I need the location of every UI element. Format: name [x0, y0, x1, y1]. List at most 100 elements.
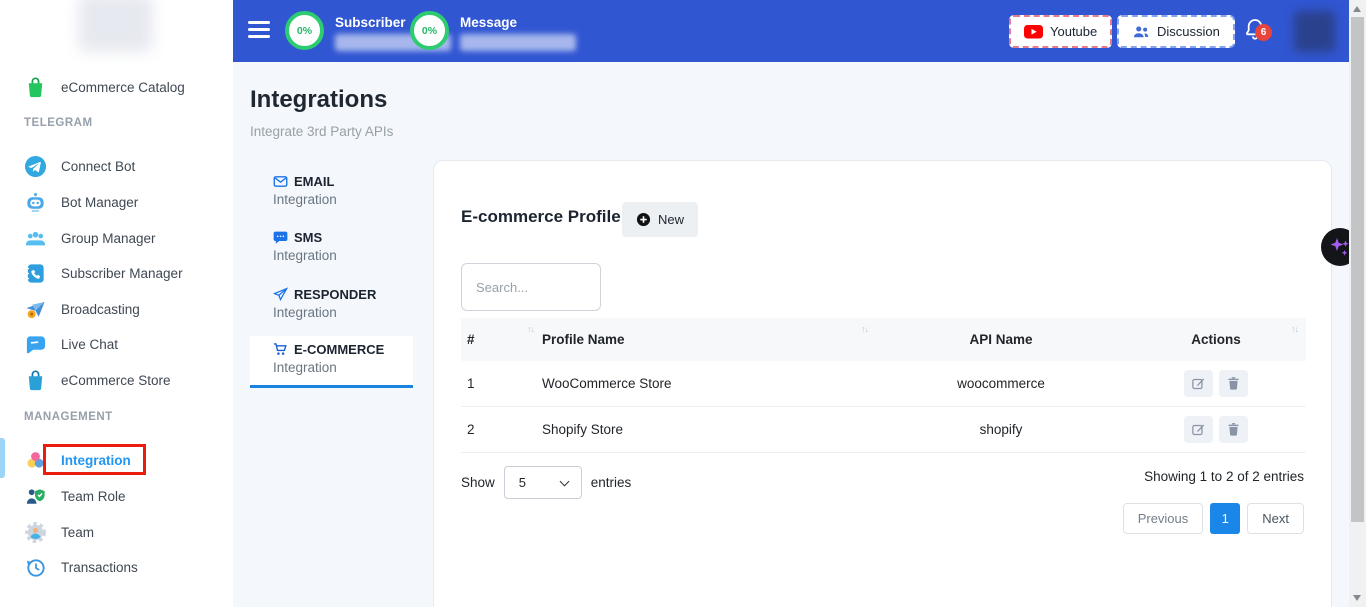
previous-page-button[interactable]: Previous	[1123, 503, 1204, 534]
sidebar-item-label: Team	[61, 525, 94, 540]
active-item-indicator	[0, 438, 5, 478]
sidebar-item-connect-bot[interactable]: Connect Bot	[24, 151, 219, 181]
sms-bubble-icon	[273, 230, 288, 245]
notifications-button[interactable]: 6	[1243, 17, 1273, 47]
subnav-item-ecommerce[interactable]: E-COMMERCE Integration	[250, 336, 413, 388]
youtube-button[interactable]: Youtube	[1009, 15, 1112, 48]
sidebar-section-telegram: TELEGRAM	[24, 117, 93, 129]
trash-icon	[1226, 422, 1241, 437]
sidebar-item-label: Subscriber Manager	[61, 266, 183, 281]
row-number: 1	[461, 361, 542, 406]
app-logo-blurred	[78, 0, 153, 52]
page-size-control: Show 5 entries	[461, 466, 631, 499]
edit-button[interactable]	[1184, 370, 1213, 397]
sidebar-item-label: Team Role	[61, 489, 126, 504]
scrollbar-down-arrow[interactable]	[1353, 595, 1361, 601]
row-number: 2	[461, 407, 542, 452]
subnav-item-subtitle: Integration	[273, 360, 413, 375]
sidebar-item-broadcasting[interactable]: Broadcasting	[24, 294, 219, 324]
subnav-item-email[interactable]: EMAIL Integration	[250, 168, 413, 217]
sidebar-item-live-chat[interactable]: Live Chat	[24, 329, 219, 359]
edit-button[interactable]	[1184, 416, 1213, 443]
top-header: 0% Subscriber 0% Message Youtube Discuss…	[233, 0, 1349, 62]
vertical-scrollbar	[1349, 0, 1366, 607]
shopping-cart-icon	[273, 342, 288, 357]
table-row: 1 WooCommerce Store woocommerce	[461, 361, 1306, 407]
edit-icon	[1191, 422, 1206, 437]
scrollbar-thumb[interactable]	[1351, 17, 1364, 522]
subnav-item-responder[interactable]: RESPONDER Integration	[250, 281, 413, 330]
column-header-actions[interactable]: Actions	[1126, 318, 1306, 361]
subnav-item-subtitle: Integration	[273, 305, 413, 320]
sidebar-item-team-role[interactable]: Team Role	[24, 481, 219, 511]
subnav-item-title: RESPONDER	[294, 287, 376, 302]
profile-name-cell: Shopify Store	[542, 407, 876, 452]
api-name-cell: woocommerce	[876, 361, 1126, 406]
shopping-bag-green-icon	[24, 76, 47, 99]
search-input[interactable]	[461, 263, 601, 311]
sort-icon[interactable]	[861, 324, 868, 334]
scrollbar-up-arrow[interactable]	[1353, 6, 1361, 12]
current-page-button[interactable]: 1	[1210, 503, 1240, 534]
discussion-button[interactable]: Discussion	[1117, 15, 1235, 48]
delete-button[interactable]	[1219, 370, 1248, 397]
message-progress-ring: 0%	[410, 11, 449, 50]
sidebar-item-ecommerce-catalog[interactable]: eCommerce Catalog	[24, 72, 219, 102]
new-button[interactable]: New	[622, 202, 698, 237]
pagination: Previous 1 Next	[1123, 503, 1304, 534]
sidebar-item-integration[interactable]: Integration	[24, 445, 219, 475]
sidebar-item-label: Integration	[61, 453, 131, 468]
sidebar-item-transactions[interactable]: Transactions	[24, 552, 219, 582]
chevron-down-icon	[559, 477, 569, 487]
main-content: Integrations Integrate 3rd Party APIs EM…	[233, 62, 1349, 607]
robot-icon	[24, 191, 47, 214]
sidebar-item-ecommerce-store[interactable]: eCommerce Store	[24, 365, 219, 395]
send-plane-icon	[273, 287, 288, 302]
sidebar-item-subscriber-manager[interactable]: Subscriber Manager	[24, 258, 219, 288]
show-label: Show	[461, 475, 495, 490]
envelope-icon	[273, 174, 288, 189]
sort-icon[interactable]	[527, 324, 534, 334]
subnav-item-title: SMS	[294, 230, 322, 245]
sidebar-item-label: Transactions	[61, 560, 138, 575]
card-title: E-commerce Profile	[461, 207, 621, 227]
sidebar-item-label: Broadcasting	[61, 302, 140, 317]
telegram-plane-icon	[24, 155, 47, 178]
discussion-button-label: Discussion	[1157, 24, 1220, 39]
person-shield-icon	[24, 485, 47, 508]
sort-icon[interactable]	[1291, 324, 1298, 334]
column-header-profile-name[interactable]: Profile Name	[542, 318, 876, 361]
youtube-button-label: Youtube	[1050, 24, 1097, 39]
column-header-num[interactable]: #	[461, 318, 542, 361]
actions-cell	[1126, 361, 1306, 406]
message-value-blurred	[460, 34, 576, 51]
gear-person-icon	[24, 521, 47, 544]
sidebar-item-bot-manager[interactable]: Bot Manager	[24, 187, 219, 217]
hamburger-menu-icon[interactable]	[248, 21, 270, 40]
api-name-cell: shopify	[876, 407, 1126, 452]
showing-entries-text: Showing 1 to 2 of 2 entries	[1144, 469, 1304, 484]
sidebar-item-label: eCommerce Store	[61, 373, 171, 388]
contact-phone-icon	[24, 262, 47, 285]
message-stat: 0% Message	[410, 11, 576, 51]
page-size-select[interactable]: 5	[504, 466, 582, 499]
subnav-item-sms[interactable]: SMS Integration	[250, 224, 413, 273]
sidebar-item-label: Bot Manager	[61, 195, 138, 210]
color-circles-icon	[24, 449, 47, 472]
next-page-button[interactable]: Next	[1247, 503, 1304, 534]
column-header-api-name[interactable]: API Name	[876, 318, 1126, 361]
table-header-row: # Profile Name API Name Actions	[461, 318, 1306, 361]
user-avatar-blurred[interactable]	[1294, 11, 1335, 52]
subnav-item-subtitle: Integration	[273, 248, 413, 263]
edit-icon	[1191, 376, 1206, 391]
subscriber-progress-ring: 0%	[285, 11, 324, 50]
sidebar-item-group-manager[interactable]: Group Manager	[24, 223, 219, 253]
sidebar-item-team[interactable]: Team	[24, 517, 219, 547]
delete-button[interactable]	[1219, 416, 1248, 443]
notification-count-badge: 6	[1255, 24, 1272, 41]
table-row: 2 Shopify Store shopify	[461, 407, 1306, 453]
profiles-table: # Profile Name API Name Actions 1 WooCom…	[461, 318, 1306, 453]
youtube-icon	[1024, 25, 1043, 39]
plus-circle-icon	[636, 212, 651, 227]
sidebar-item-label: Group Manager	[61, 231, 156, 246]
